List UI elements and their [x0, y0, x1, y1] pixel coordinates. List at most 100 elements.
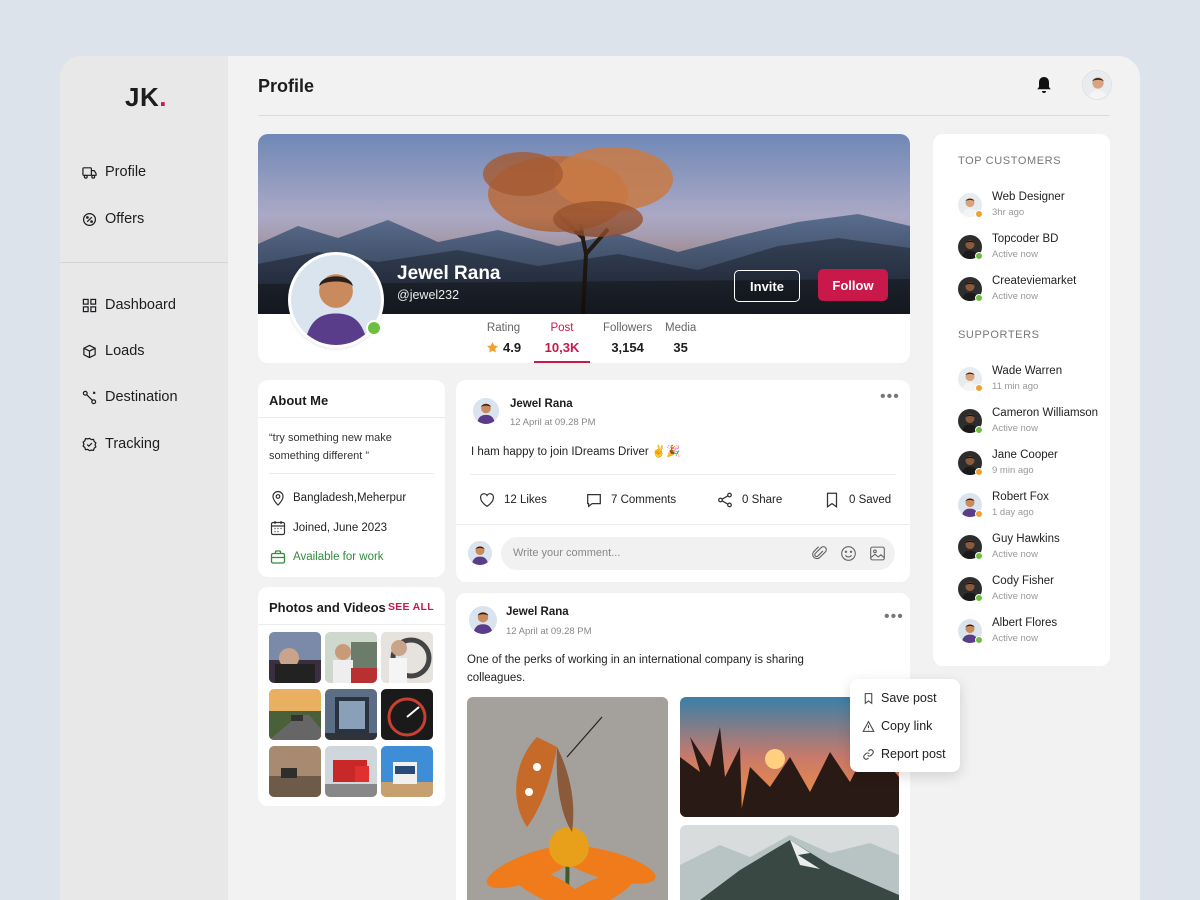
photo-thumbnail[interactable] — [325, 689, 377, 740]
supporter-item[interactable]: Cameron Williamson Active now — [958, 407, 1108, 437]
post-timestamp: 12 April at 09.28 PM — [506, 626, 592, 637]
sidebar-item-label: Profile — [105, 164, 147, 180]
post-author-name[interactable]: Jewel Rana — [510, 398, 573, 410]
menu-item-copy-link[interactable]: Copy link — [862, 719, 932, 733]
post-author-avatar[interactable] — [473, 398, 499, 424]
supporter-name: Cody Fisher — [992, 575, 1054, 587]
star-icon — [486, 341, 499, 353]
header-divider — [258, 115, 1110, 116]
customer-status: Active now — [992, 291, 1038, 302]
customer-item[interactable]: Topcoder BD Active now — [958, 233, 1108, 263]
supporter-item[interactable]: Cody Fisher Active now — [958, 575, 1108, 605]
image-icon[interactable] — [869, 545, 886, 562]
more-options-icon[interactable]: ••• — [884, 609, 904, 625]
presence-dot — [975, 426, 983, 434]
sidebar-divider — [60, 262, 228, 263]
presence-dot — [975, 468, 983, 476]
availability-text: Available for work — [293, 551, 384, 563]
see-all-link[interactable]: SEE ALL — [388, 601, 434, 613]
sidebar-item-dashboard[interactable]: Dashboard — [82, 293, 176, 317]
photo-thumbnail[interactable] — [325, 746, 377, 797]
bookmark-icon — [826, 492, 838, 508]
app-window: JK. Profile Offers Dashboard Loads Desti… — [60, 56, 1140, 900]
bookmark-icon — [864, 692, 873, 704]
menu-item-report-post[interactable]: Report post — [862, 747, 946, 761]
invite-button[interactable]: Invite — [734, 270, 800, 302]
right-panel: TOP CUSTOMERS Web Designer 3hr ago Topco… — [933, 134, 1110, 666]
photo-thumbnail[interactable] — [381, 746, 433, 797]
comments-count: 7 Comments — [611, 494, 677, 506]
stat-value: 35 — [673, 340, 688, 355]
supporter-name: Albert Flores — [992, 617, 1058, 629]
post-text: I ham happy to join IDreams Driver ✌️🎉 — [471, 446, 681, 458]
photo-thumbnail[interactable] — [269, 632, 321, 683]
about-availability: Available for work — [270, 549, 384, 565]
supporter-status: Active now — [992, 633, 1038, 644]
sidebar-item-destination[interactable]: Destination — [82, 385, 178, 409]
about-quote: “try something new make something differ… — [269, 432, 392, 462]
photo-thumbnail[interactable] — [381, 632, 433, 683]
stat-post[interactable]: Post 10,3K — [534, 322, 590, 363]
sidebar-item-label: Destination — [105, 389, 178, 405]
customer-status: 3hr ago — [992, 207, 1025, 218]
supporter-item[interactable]: Guy Hawkins Active now — [958, 533, 1108, 563]
customer-name: Web Designer — [992, 191, 1065, 203]
stat-label: Followers — [603, 322, 653, 334]
paperclip-icon[interactable] — [811, 545, 828, 562]
comment-placeholder: Write your comment... — [513, 547, 621, 559]
shares-count: 0 Share — [742, 494, 783, 506]
stat-media[interactable]: Media 35 — [665, 322, 696, 355]
menu-item-label: Save post — [881, 691, 937, 705]
logo[interactable]: JK. — [125, 82, 167, 113]
stat-rating[interactable]: Rating 4.9 — [486, 322, 521, 355]
sidebar-item-label: Loads — [105, 343, 145, 359]
supporter-item[interactable]: Albert Flores Active now — [958, 617, 1108, 647]
sidebar-item-loads[interactable]: Loads — [82, 339, 145, 363]
post-image-mountain[interactable] — [680, 825, 899, 900]
more-options-icon[interactable]: ••• — [880, 389, 900, 405]
grid-icon — [82, 298, 97, 312]
sidebar-item-profile[interactable]: Profile — [82, 160, 146, 184]
presence-dot — [975, 552, 983, 560]
about-location: Bangladesh,Meherpur — [270, 490, 406, 506]
like-button[interactable]: 12 Likes — [478, 491, 547, 509]
share-button[interactable]: 0 Share — [716, 491, 782, 509]
bell-icon[interactable] — [1034, 75, 1054, 95]
comment-input[interactable]: Write your comment... — [501, 537, 895, 570]
post-author-name[interactable]: Jewel Rana — [506, 606, 569, 618]
customer-item[interactable]: Createviemarket Active now — [958, 275, 1108, 305]
comment-button[interactable]: 7 Comments — [585, 491, 676, 509]
emoji-icon[interactable] — [840, 545, 857, 562]
post-text-line: One of the perks of working in an intern… — [467, 654, 804, 666]
photo-thumbnail[interactable] — [269, 689, 321, 740]
about-divider — [269, 473, 434, 474]
presence-dot — [975, 294, 983, 302]
post-card: Jewel Rana 12 April at 09.28 PM ••• One … — [456, 593, 910, 900]
post-divider — [470, 474, 896, 475]
supporter-item[interactable]: Wade Warren 11 min ago — [958, 365, 1108, 395]
photo-thumbnail[interactable] — [325, 632, 377, 683]
save-button[interactable]: 0 Saved — [823, 491, 891, 509]
saved-count: 0 Saved — [849, 494, 892, 506]
follow-button[interactable]: Follow — [818, 269, 888, 301]
user-avatar[interactable] — [1082, 70, 1112, 100]
customer-item[interactable]: Web Designer 3hr ago — [958, 191, 1108, 221]
photo-thumbnail[interactable] — [381, 689, 433, 740]
supporter-item[interactable]: Jane Cooper 9 min ago — [958, 449, 1108, 479]
supporter-item[interactable]: Robert Fox 1 day ago — [958, 491, 1108, 521]
post-text-line: colleagues. — [467, 672, 526, 684]
profile-handle: @jewel232 — [397, 288, 460, 302]
supporter-status: 1 day ago — [992, 507, 1034, 518]
stat-followers[interactable]: Followers 3,154 — [603, 322, 652, 355]
joined-text: Joined, June 2023 — [293, 522, 387, 534]
warning-icon — [862, 720, 875, 732]
badge-percent-icon — [82, 212, 97, 226]
customer-status: Active now — [992, 249, 1038, 260]
menu-item-save-post[interactable]: Save post — [862, 691, 937, 705]
photo-thumbnail[interactable] — [269, 746, 321, 797]
sidebar-item-offers[interactable]: Offers — [82, 207, 144, 231]
post-image-butterfly[interactable] — [467, 697, 668, 900]
sidebar-item-tracking[interactable]: Tracking — [82, 432, 160, 456]
post-author-avatar[interactable] — [469, 606, 497, 634]
about-card: About Me “try something new make somethi… — [258, 380, 445, 577]
